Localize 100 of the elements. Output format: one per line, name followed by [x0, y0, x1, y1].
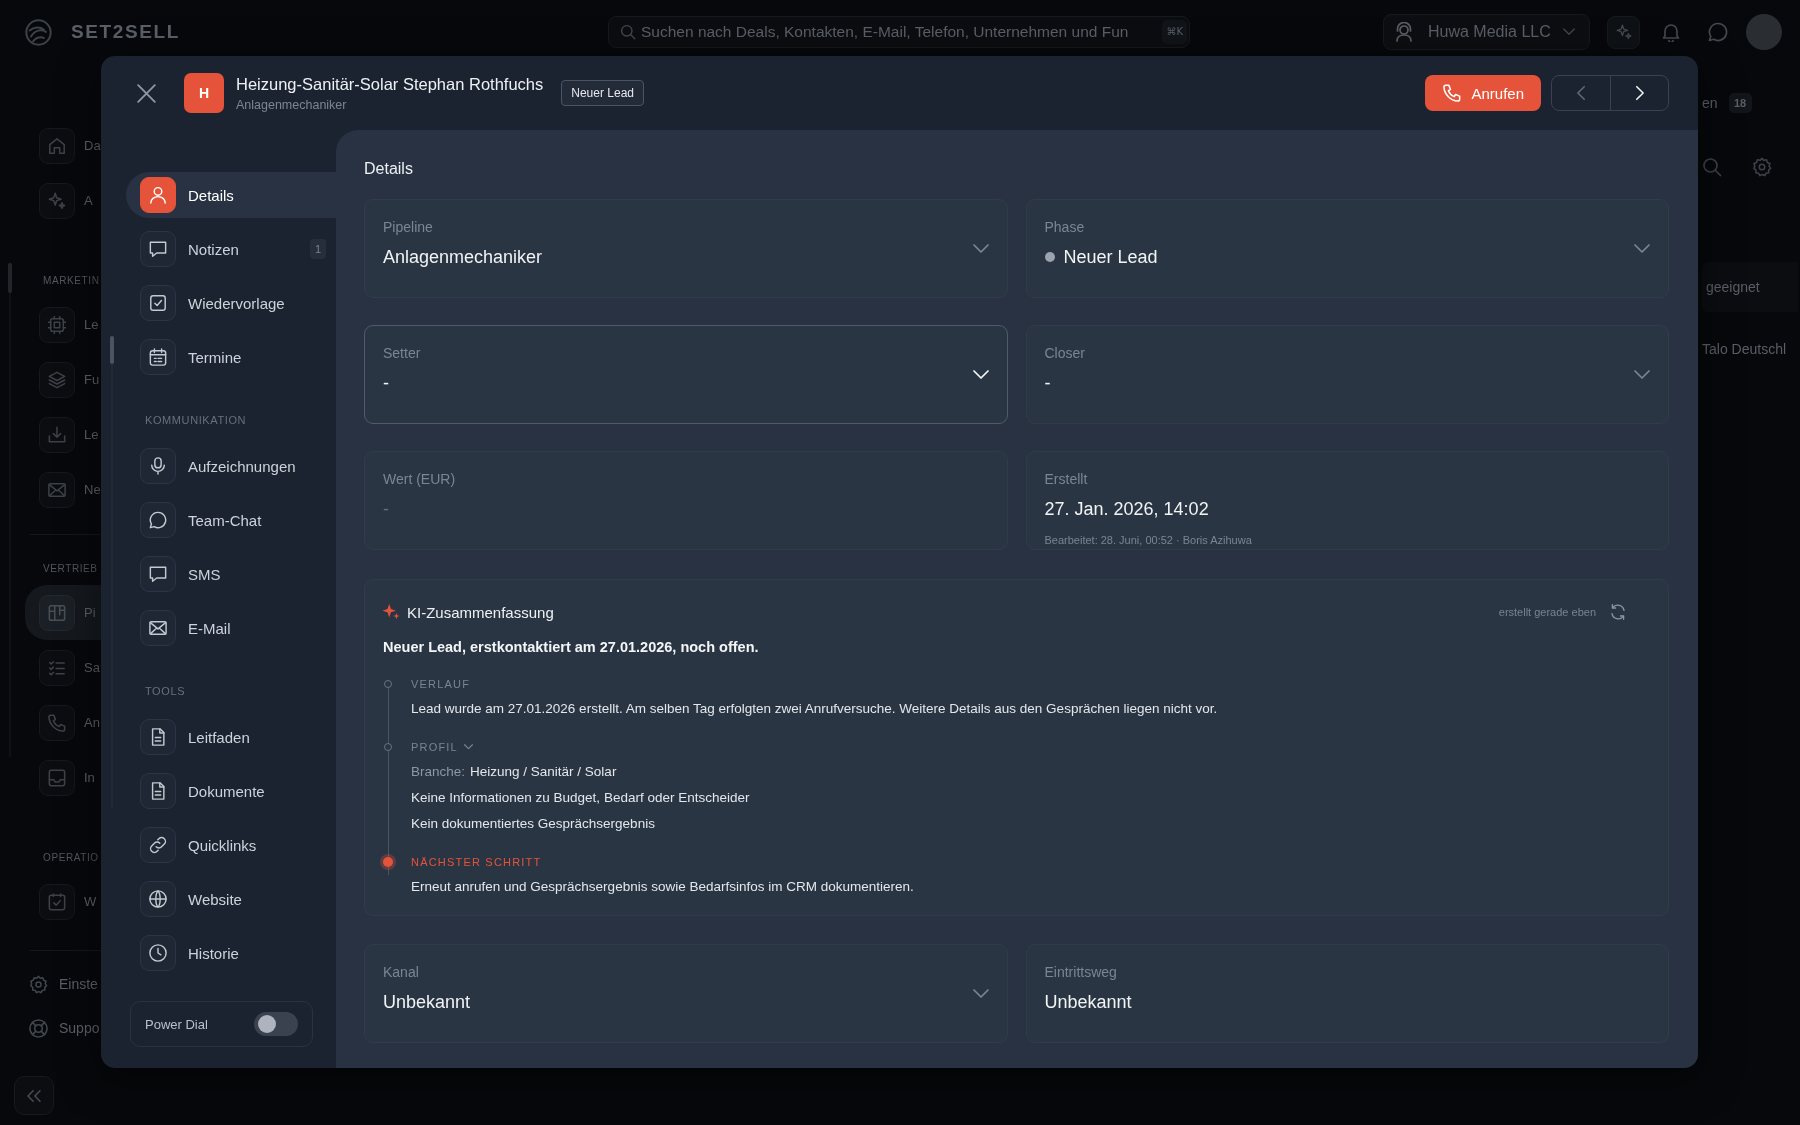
detail-label: Branche:	[411, 763, 466, 781]
calendar-check-icon	[39, 883, 75, 920]
select-field[interactable]: Setter -	[364, 325, 1008, 424]
house-icon	[39, 127, 75, 164]
chevron-down-icon	[1634, 369, 1650, 380]
field-label: Wert (EUR)	[383, 471, 457, 487]
sidebar-item[interactable]: E-Mail	[126, 605, 336, 651]
summary-text: Kein dokumentiertes Gesprächsergebnis	[411, 815, 655, 833]
sidebar-item[interactable]: Historie	[126, 930, 336, 976]
section-heading: VERTRIEB	[43, 562, 98, 576]
select-field[interactable]: Closer -	[1025, 325, 1669, 424]
select-field[interactable]: Phase Neuer Lead	[1025, 199, 1669, 298]
sidebar-item[interactable]: Aufzeichnungen	[126, 443, 336, 489]
summary-text: Erneut anrufen und Gesprächsergebnis sowie Bedarfsinfos im CRM dokumentieren.	[411, 878, 914, 896]
section-heading: KOMMUNIKATION	[145, 413, 247, 427]
field-value: 27. Jan. 2026, 14:02	[1044, 498, 1209, 521]
sidebar-item[interactable]: Details	[126, 172, 336, 218]
section-heading: TOOLS	[145, 684, 186, 698]
sparkle-button[interactable]	[1607, 15, 1640, 49]
logo-text: SET2SELL	[71, 21, 180, 43]
section-title: Details	[364, 159, 413, 179]
timeline-dot-icon	[383, 857, 393, 867]
sparkle-icon	[382, 603, 400, 621]
envelope-icon	[140, 610, 176, 646]
sparkle-icon	[1615, 24, 1632, 40]
section-heading: NÄCHSTER SCHRITT	[411, 856, 542, 868]
section-heading: VERLAUF	[411, 678, 471, 690]
chevron-left-icon	[1576, 85, 1586, 101]
sidebar-item[interactable]: Website	[126, 876, 336, 922]
close-icon[interactable]	[137, 83, 156, 103]
count-badge: 18	[1728, 93, 1752, 113]
refresh-icon[interactable]	[1610, 604, 1626, 620]
logo-icon	[25, 18, 52, 46]
summary-headline: Neuer Lead, erstkontaktiert am 27.01.2026, noch offen.	[383, 638, 760, 657]
sidebar-item[interactable]: SMS	[126, 551, 336, 597]
status-badge: Neuer Lead	[561, 80, 644, 106]
clock-icon	[140, 935, 176, 971]
toggle-switch[interactable]	[254, 1012, 298, 1036]
sidebar-item[interactable]: Quicklinks	[126, 822, 336, 868]
chevron-down-icon	[972, 988, 989, 999]
detail-value: Heizung / Sanitär / Solar	[470, 763, 617, 781]
person-icon	[140, 177, 176, 213]
select-field[interactable]: Pipeline Anlagenmechaniker	[364, 199, 1008, 298]
search-icon[interactable]	[1702, 157, 1722, 177]
avatar-placeholder[interactable]	[1746, 14, 1782, 50]
letter-avatar: H	[184, 73, 224, 113]
select-field[interactable]: Kanal Unbekannt	[364, 944, 1008, 1043]
summary-text: Lead wurde am 27.01.2026 erstellt. Am selben Tag erfolgten zwei Anrufversuche. Weitere Details aus den Gesprächen liegen nicht vor.	[411, 700, 1218, 718]
layers-icon	[39, 361, 75, 398]
envelope-icon	[39, 471, 75, 508]
speech-bubble-icon	[140, 556, 176, 592]
sidebar-item[interactable]: Leitfaden	[126, 714, 336, 760]
chevron-down-icon	[1634, 243, 1650, 254]
summary-title: KI-Zusammenfassung	[407, 603, 554, 621]
lead-title: Heizung-Sanitär-Solar Stephan Rothfuchs	[236, 74, 544, 94]
call-button[interactable]: Anrufen	[1425, 75, 1541, 111]
phone-icon	[39, 704, 75, 741]
sidebar-item[interactable]: Wiedervorlage	[126, 280, 336, 326]
section-heading: PROFIL	[411, 741, 458, 753]
section-heading: OPERATIO	[43, 851, 99, 865]
lifebuoy-icon	[29, 1018, 48, 1038]
collapse-button[interactable]	[14, 1076, 54, 1115]
chat-icon[interactable]	[1708, 22, 1728, 42]
search-icon	[620, 24, 636, 40]
summary-text: Keine Informationen zu Budget, Bedarf oder Entscheider	[411, 789, 750, 807]
double-chevron-left-icon	[27, 1089, 41, 1102]
field-label: Eintrittsweg	[1044, 964, 1117, 980]
sidebar-item[interactable]: Termine	[126, 334, 336, 380]
sidebar-item[interactable]: Dokumente	[126, 768, 336, 814]
edit-note: Bearbeitet: 28. Juni, 00:52 · Boris Azihuwa	[1044, 533, 1252, 547]
board-icon	[39, 594, 75, 631]
sidebar-item[interactable]: Notizen 1	[126, 226, 336, 272]
chip-icon	[39, 306, 75, 343]
table-cell: Talo Deutschl	[1702, 341, 1787, 357]
input-field[interactable]: -	[383, 496, 989, 522]
chevron-down-icon	[972, 369, 989, 380]
timeline-dot-icon	[384, 680, 392, 688]
timestamp: erstellt gerade eben	[1498, 606, 1596, 618]
link-icon	[140, 827, 176, 863]
gear-icon[interactable]	[1752, 157, 1772, 177]
globe-icon	[140, 881, 176, 917]
sparkle-icon	[39, 182, 75, 219]
speech-bubble-icon	[140, 231, 176, 267]
document-icon	[140, 773, 176, 809]
chevron-down-icon	[972, 243, 989, 254]
field-label: Erstellt	[1044, 471, 1088, 487]
checkbox-icon	[140, 285, 176, 321]
section-heading: MARKETIN	[43, 274, 100, 288]
chat-bubble-icon	[140, 502, 176, 538]
sidebar-item[interactable]: Team-Chat	[126, 497, 336, 543]
power-dial-label: Power Dial	[145, 1016, 208, 1032]
document-icon	[140, 719, 176, 755]
gear-icon	[29, 974, 48, 994]
inbox-icon	[39, 759, 75, 796]
checklist-icon	[39, 649, 75, 686]
phone-icon	[1443, 84, 1462, 102]
bell-icon[interactable]	[1661, 22, 1681, 42]
chevron-down-icon[interactable]	[463, 744, 473, 750]
field-value: Unbekannt	[1044, 991, 1132, 1014]
calendar-icon	[140, 339, 176, 375]
